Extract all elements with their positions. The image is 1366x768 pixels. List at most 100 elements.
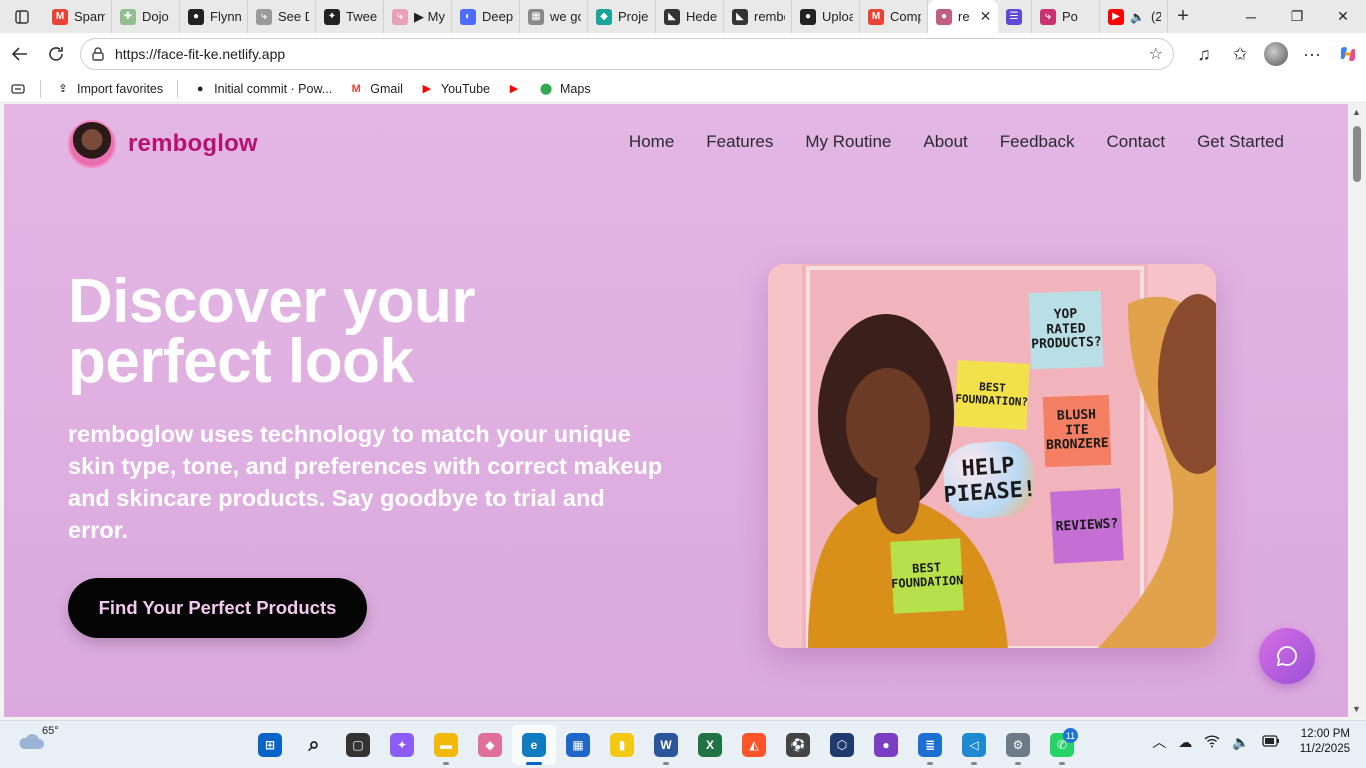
bookmark-item[interactable]: ⇪ Import favorites: [47, 81, 171, 97]
running-indicator: [663, 762, 669, 765]
site-logo[interactable]: remboglow: [68, 120, 258, 168]
browser-tab[interactable]: ⤷ ▶ My: [384, 0, 452, 33]
whatsapp-app[interactable]: ✆ 11: [1040, 725, 1084, 765]
restore-button[interactable]: ❐: [1274, 0, 1320, 33]
volume-icon[interactable]: 🔈: [1232, 734, 1249, 751]
battery-icon[interactable]: [1262, 734, 1280, 750]
nav-link-contact[interactable]: Contact: [1106, 132, 1165, 152]
bookmark-item[interactable]: ▶: [498, 81, 530, 97]
settings-app[interactable]: ⚙: [996, 725, 1040, 765]
github-desktop[interactable]: ●: [864, 725, 908, 765]
bookmark-item[interactable]: ▶ YouTube: [411, 81, 498, 97]
diamond-icon: ◆: [596, 8, 612, 25]
browser-tab[interactable]: ● Uploa: [792, 0, 860, 33]
bookmark-item[interactable]: M Gmail: [340, 81, 411, 97]
cat-icon: ◣: [732, 8, 748, 25]
weather-temperature: 65°: [42, 725, 59, 737]
excel-app[interactable]: X: [688, 725, 732, 765]
system-clock[interactable]: 12:00 PM 11/2/2025: [1300, 727, 1350, 757]
scroll-up-arrow[interactable]: ▲: [1352, 107, 1361, 117]
bookmarks-toggle-button[interactable]: [0, 81, 34, 97]
browser-tab[interactable]: ◐ DeepS: [452, 0, 520, 33]
browser-tab[interactable]: ● re ✕: [928, 0, 998, 33]
profile-avatar: [1264, 42, 1288, 66]
youtube-icon: ▶: [1108, 8, 1124, 25]
browser-tab[interactable]: ⤷ Po: [1032, 0, 1100, 33]
close-window-button[interactable]: ✕: [1320, 0, 1366, 33]
favorite-star-icon[interactable]: ☆: [1149, 44, 1163, 64]
search-button[interactable]: ⌕: [292, 725, 336, 765]
browser-tab[interactable]: ◣ rembo: [724, 0, 792, 33]
nav-link-get-started[interactable]: Get Started: [1197, 132, 1284, 152]
copilot-app[interactable]: ✦: [380, 725, 424, 765]
tab-actions-button[interactable]: [0, 0, 44, 33]
tab-audio-icon[interactable]: 🔈: [1130, 10, 1145, 24]
notepad-app[interactable]: ≣: [908, 725, 952, 765]
more-menu-button[interactable]: ···: [1294, 36, 1330, 72]
nav-link-home[interactable]: Home: [629, 132, 674, 152]
refresh-button[interactable]: [38, 36, 74, 72]
browser-tab[interactable]: ▦ we go: [520, 0, 588, 33]
back-button[interactable]: [2, 36, 38, 72]
word-icon: W: [654, 733, 678, 757]
microsoft-store[interactable]: ▦: [556, 725, 600, 765]
tab-title: Dojo G: [142, 9, 173, 24]
url-text: https://face-fit-ke.netlify.app: [115, 46, 286, 62]
bookmark-item[interactable]: ● Initial commit · Pow...: [184, 81, 340, 97]
browser-tab[interactable]: ◆ Projec: [588, 0, 656, 33]
show-hidden-icons-chevron[interactable]: ︿: [1152, 732, 1166, 752]
clock-date: 11/2/2025: [1299, 743, 1350, 755]
start-button[interactable]: ⊞: [248, 725, 292, 765]
brave-browser[interactable]: ◭: [732, 725, 776, 765]
find-products-button[interactable]: Find Your Perfect Products: [68, 578, 367, 638]
gmail-icon: M: [351, 82, 361, 95]
nav-link-about[interactable]: About: [923, 132, 967, 152]
power-bi[interactable]: ▮: [600, 725, 644, 765]
address-bar[interactable]: https://face-fit-ke.netlify.app ☆: [80, 38, 1174, 70]
app-pinned[interactable]: ◆: [468, 725, 512, 765]
tab-actions-icon: [15, 9, 29, 24]
bookmark-item[interactable]: ⬤ Maps: [530, 81, 599, 97]
weather-widget[interactable]: 65°: [16, 725, 59, 755]
nav-link-my-routine[interactable]: My Routine: [805, 132, 891, 152]
system-tray: ︿ ☁ 🔈 12:00 PM 11/2/2025: [1152, 727, 1350, 757]
browser-tab[interactable]: ✦ Tweet: [316, 0, 384, 33]
vscode-app[interactable]: ◁: [952, 725, 996, 765]
tab-title: rembo: [754, 9, 785, 24]
hero-subtitle: remboglow uses technology to match your …: [68, 421, 663, 543]
app-pinned-3[interactable]: ⬡: [820, 725, 864, 765]
browser-tab[interactable]: ◣ Heder: [656, 0, 724, 33]
sticky-note: BEST FOUNDATION: [890, 538, 964, 614]
site-info-icon[interactable]: [81, 46, 115, 62]
browser-tab[interactable]: ● FlynnS: [180, 0, 248, 33]
copilot-button[interactable]: [1330, 36, 1366, 72]
word-app[interactable]: W: [644, 725, 688, 765]
nav-link-feedback[interactable]: Feedback: [1000, 132, 1075, 152]
profile-button[interactable]: [1258, 36, 1294, 72]
copilot-icon: [1340, 46, 1356, 62]
app-pinned-2[interactable]: ⚽: [776, 725, 820, 765]
onedrive-icon[interactable]: ☁: [1178, 734, 1192, 751]
wifi-icon[interactable]: [1204, 734, 1220, 751]
new-tab-button[interactable]: +: [1168, 0, 1198, 33]
task-view-button[interactable]: ▢: [336, 725, 380, 765]
edge-browser[interactable]: e: [512, 725, 556, 765]
tab-list: M Spam ✚ Dojo G ● FlynnS ⤷ See De ✦ Tweet ⤷ ▶ My ◐ De…: [44, 0, 1168, 33]
nav-link-features[interactable]: Features: [706, 132, 773, 152]
close-tab-icon[interactable]: ✕: [980, 8, 992, 25]
browser-tab[interactable]: ☰: [998, 0, 1032, 33]
favorites-button[interactable]: ✩: [1222, 36, 1258, 72]
page-scrollbar[interactable]: ▲ ▼: [1348, 104, 1366, 717]
excel-icon: X: [698, 733, 722, 757]
read-aloud-button[interactable]: ♫: [1186, 36, 1222, 72]
scroll-down-arrow[interactable]: ▼: [1352, 704, 1361, 714]
browser-tab[interactable]: M Spam: [44, 0, 112, 33]
chat-widget-button[interactable]: [1259, 628, 1315, 684]
browser-tab[interactable]: ▶ 🔈 (2: [1100, 0, 1168, 33]
file-explorer[interactable]: ▬: [424, 725, 468, 765]
minimize-button[interactable]: ─: [1228, 0, 1274, 33]
browser-tab[interactable]: ✚ Dojo G: [112, 0, 180, 33]
scrollbar-thumb[interactable]: [1353, 126, 1361, 182]
browser-tab[interactable]: M Comp: [860, 0, 928, 33]
browser-tab[interactable]: ⤷ See De: [248, 0, 316, 33]
